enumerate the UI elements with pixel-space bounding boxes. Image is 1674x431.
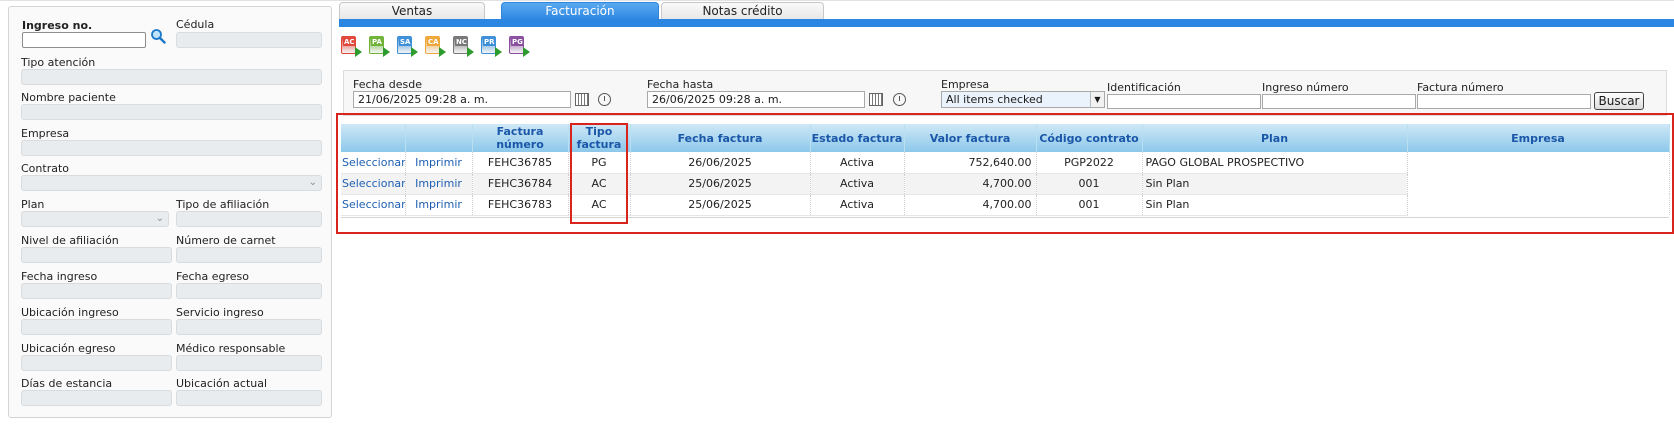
dias-estancia-label: Días de estancia: [21, 377, 113, 390]
document-icon: PG: [509, 36, 524, 54]
ac-report-icon[interactable]: AC: [341, 36, 362, 57]
ingreso-no-input[interactable]: [22, 32, 146, 48]
tab-ventas[interactable]: Ventas: [339, 2, 485, 20]
icon-badge: NC: [455, 38, 468, 46]
icon-badge: CA: [427, 38, 440, 46]
arrow-icon: [523, 47, 530, 57]
empresa-multiselect-value: All items checked: [946, 93, 1043, 106]
cedula-field: [176, 32, 322, 48]
numero-carnet-label: Número de carnet: [176, 234, 276, 247]
ingreso-numero-label: Ingreso número: [1262, 81, 1349, 94]
arrow-icon: [495, 47, 502, 57]
icon-badge: PR: [483, 38, 496, 46]
tipo-factura-highlight-box: [570, 123, 628, 224]
grid-highlight-box: [336, 113, 1674, 234]
document-icon: CA: [425, 36, 440, 54]
medico-responsable-field: [176, 355, 322, 371]
empresa-field: [21, 140, 322, 156]
medico-responsable-label: Médico responsable: [176, 342, 286, 355]
fecha-hasta-label: Fecha hasta: [647, 78, 714, 91]
nivel-afiliacion-label: Nivel de afiliación: [21, 234, 119, 247]
numero-carnet-field: [176, 247, 322, 263]
fecha-hasta-input[interactable]: 26/06/2025 09:28 a. m.: [647, 91, 865, 108]
identificacion-label: Identificación: [1107, 81, 1181, 94]
arrow-icon: [467, 47, 474, 57]
clock-icon[interactable]: [598, 93, 611, 106]
plan-label: Plan: [21, 198, 45, 211]
calendar-icon[interactable]: [575, 93, 589, 106]
tab-facturacion[interactable]: Facturación: [501, 2, 659, 20]
empresa-filter-label: Empresa: [941, 78, 990, 91]
fecha-desde-input[interactable]: 21/06/2025 09:28 a. m.: [353, 91, 571, 108]
clock-icon[interactable]: [893, 93, 906, 106]
icon-badge: PA: [371, 38, 383, 46]
tipo-atencion-field: [21, 69, 322, 85]
sa-report-icon[interactable]: SA: [397, 36, 418, 57]
ubicacion-egreso-label: Ubicación egreso: [21, 342, 116, 355]
fecha-egreso-field: [176, 283, 322, 299]
icon-badge: PG: [511, 38, 524, 46]
empresa-label: Empresa: [21, 127, 70, 140]
ca-report-icon[interactable]: CA: [425, 36, 446, 57]
factura-numero-input[interactable]: [1417, 94, 1591, 109]
nivel-afiliacion-field: [21, 247, 172, 263]
ubicacion-actual-label: Ubicación actual: [176, 377, 268, 390]
document-icon: PR: [481, 36, 496, 54]
chevron-down-icon: ⌄: [155, 213, 164, 224]
arrow-icon: [383, 47, 390, 57]
nombre-paciente-label: Nombre paciente: [21, 91, 116, 104]
document-icon: NC: [453, 36, 468, 54]
pg-report-icon[interactable]: PG: [509, 36, 530, 57]
tipo-atencion-label: Tipo atención: [21, 56, 96, 69]
nombre-paciente-field: [21, 104, 322, 120]
arrow-icon: [355, 47, 362, 57]
contrato-label: Contrato: [21, 162, 70, 175]
servicio-ingreso-label: Servicio ingreso: [176, 306, 264, 319]
ingreso-no-label: Ingreso no.: [22, 19, 93, 32]
top-border: [0, 0, 1674, 1]
tab-content-bar: [339, 19, 1674, 27]
tipo-afiliacion-field: [176, 211, 322, 227]
fecha-egreso-label: Fecha egreso: [176, 270, 250, 283]
calendar-icon[interactable]: [869, 93, 883, 106]
document-icon: AC: [341, 36, 356, 54]
document-icon: PA: [369, 36, 384, 54]
empresa-multiselect[interactable]: All items checked ▼: [941, 91, 1105, 108]
dropdown-arrow-icon[interactable]: ▼: [1090, 92, 1104, 107]
ubicacion-ingreso-label: Ubicación ingreso: [21, 306, 119, 319]
ingreso-numero-input[interactable]: [1262, 94, 1416, 109]
pa-report-icon[interactable]: PA: [369, 36, 390, 57]
ubicacion-actual-field: [176, 390, 322, 406]
tipo-afiliacion-label: Tipo de afiliación: [176, 198, 270, 211]
arrow-icon: [411, 47, 418, 57]
ubicacion-egreso-field: [21, 355, 172, 371]
nc-report-icon[interactable]: NC: [453, 36, 474, 57]
document-icon: SA: [397, 36, 412, 54]
servicio-ingreso-field: [176, 319, 322, 335]
fecha-ingreso-field: [21, 283, 172, 299]
factura-numero-label: Factura número: [1417, 81, 1504, 94]
cedula-label: Cédula: [176, 18, 215, 31]
tab-notas-credito[interactable]: Notas crédito: [661, 2, 824, 20]
fecha-desde-label: Fecha desde: [353, 78, 422, 91]
fecha-ingreso-label: Fecha ingreso: [21, 270, 98, 283]
search-icon[interactable]: [150, 28, 166, 44]
ubicacion-ingreso-field: [21, 319, 172, 335]
dias-estancia-field: [21, 390, 172, 406]
chevron-down-icon: ⌄: [308, 177, 317, 188]
arrow-icon: [439, 47, 446, 57]
identificacion-input[interactable]: [1107, 94, 1261, 109]
icon-badge: AC: [343, 38, 356, 46]
contrato-select[interactable]: ⌄: [21, 175, 322, 191]
buscar-button[interactable]: Buscar: [1594, 92, 1644, 110]
plan-select[interactable]: ⌄: [21, 211, 169, 227]
pr-report-icon[interactable]: PR: [481, 36, 502, 57]
icon-badge: SA: [399, 38, 412, 46]
